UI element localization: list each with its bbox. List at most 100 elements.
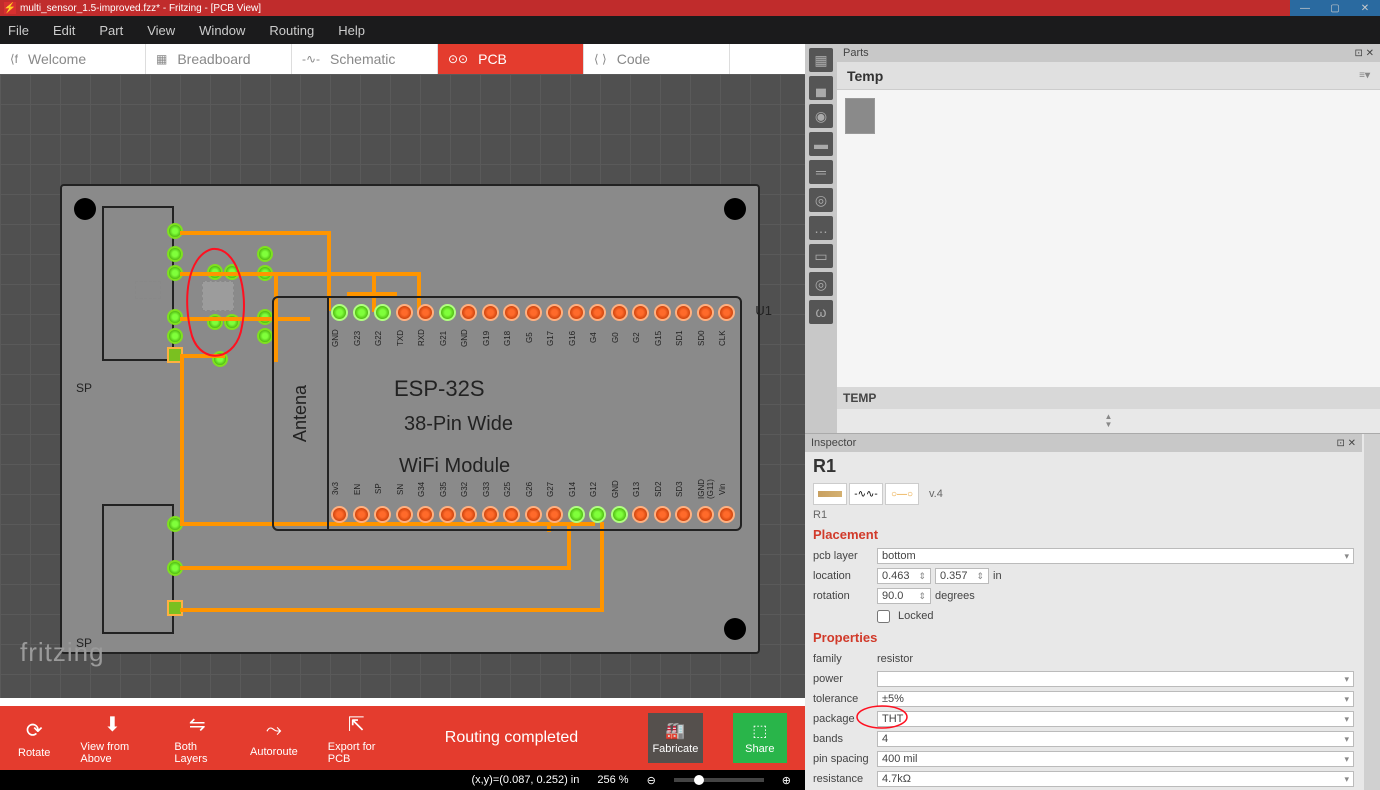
fabricate-button[interactable]: 🏭Fabricate: [648, 713, 702, 763]
pad[interactable]: [167, 246, 183, 262]
panel-controls[interactable]: ⊡ ✕: [1354, 48, 1374, 59]
pin[interactable]: [331, 506, 348, 523]
close-button[interactable]: ✕: [1350, 0, 1380, 16]
pin[interactable]: [632, 304, 649, 321]
export-pcb-button[interactable]: ⇱Export for PCB: [328, 712, 385, 765]
pin[interactable]: [353, 304, 370, 321]
pin[interactable]: [589, 506, 606, 523]
locked-checkbox[interactable]: [877, 610, 890, 623]
menu-icon[interactable]: ≡▾: [1359, 70, 1370, 81]
power-icon[interactable]: ω: [809, 300, 833, 324]
view-above-button[interactable]: ⬇View from Above: [80, 712, 144, 765]
tab-welcome[interactable]: ⟨fWelcome: [0, 44, 146, 74]
esp32-module[interactable]: Antena ESP-32S 38-Pin Wide WiFi Module U…: [272, 296, 742, 531]
menu-edit[interactable]: Edit: [53, 23, 75, 38]
pad[interactable]: [257, 328, 273, 344]
resistance-combo[interactable]: 4.7kΩ: [877, 771, 1354, 787]
both-layers-button[interactable]: ⇋Both Layers: [174, 712, 220, 765]
core-parts-icon[interactable]: ▦: [809, 48, 833, 72]
sensor-icon[interactable]: ◎: [809, 188, 833, 212]
pin[interactable]: [568, 506, 585, 523]
menu-view[interactable]: View: [147, 23, 175, 38]
pin[interactable]: [439, 304, 456, 321]
pcb-layer-combo[interactable]: bottom: [877, 548, 1354, 564]
pin[interactable]: [632, 506, 649, 523]
pin[interactable]: [503, 304, 520, 321]
pin[interactable]: [546, 506, 563, 523]
pin[interactable]: [482, 304, 499, 321]
pin[interactable]: [654, 304, 671, 321]
pin[interactable]: [718, 304, 735, 321]
maximize-button[interactable]: ▢: [1320, 0, 1350, 16]
pin[interactable]: [417, 304, 434, 321]
menu-file[interactable]: File: [8, 23, 29, 38]
ic-icon[interactable]: ▄: [809, 76, 833, 100]
zoom-slider[interactable]: [674, 778, 764, 782]
menu-help[interactable]: Help: [338, 23, 365, 38]
panel-controls[interactable]: ⊡ ✕: [1336, 438, 1356, 449]
location-x-input[interactable]: 0.463: [877, 568, 931, 584]
pin[interactable]: [589, 304, 606, 321]
pin[interactable]: [374, 506, 391, 523]
pin[interactable]: [353, 506, 370, 523]
schematic-view-icon[interactable]: -∿∿-: [849, 483, 883, 505]
pin[interactable]: [697, 506, 714, 523]
tolerance-combo[interactable]: ±5%: [877, 691, 1354, 707]
parts-scroll[interactable]: ▲▼: [837, 409, 1380, 433]
pin[interactable]: [546, 304, 563, 321]
pin[interactable]: [525, 304, 542, 321]
pin[interactable]: [374, 304, 391, 321]
zoom-out-button[interactable]: ⊖: [647, 774, 656, 787]
pin[interactable]: [331, 304, 348, 321]
pcb-board[interactable]: SP SP: [60, 184, 760, 654]
pin[interactable]: [439, 506, 456, 523]
pin[interactable]: [675, 506, 692, 523]
power-combo[interactable]: [877, 671, 1354, 687]
menu-part[interactable]: Part: [99, 23, 123, 38]
pcb-canvas[interactable]: SP SP: [0, 74, 805, 698]
pin-spacing-combo[interactable]: 400 mil: [877, 751, 1354, 767]
inspector-scrollbar[interactable]: [1364, 434, 1380, 790]
pin[interactable]: [460, 506, 477, 523]
tab-code[interactable]: ⟨ ⟩Code: [584, 44, 730, 74]
pin[interactable]: [675, 304, 692, 321]
wireless-icon[interactable]: ◎: [809, 272, 833, 296]
autoroute-button[interactable]: ⤳Autoroute: [250, 719, 298, 758]
pin[interactable]: [718, 506, 735, 523]
tab-schematic[interactable]: -∿-Schematic: [292, 44, 438, 74]
pin[interactable]: [482, 506, 499, 523]
menu-window[interactable]: Window: [199, 23, 245, 38]
pin[interactable]: [396, 304, 413, 321]
minimize-button[interactable]: —: [1290, 0, 1320, 16]
pad[interactable]: [257, 246, 273, 262]
zoom-thumb[interactable]: [694, 775, 704, 785]
pin[interactable]: [611, 506, 628, 523]
more-icon[interactable]: …: [809, 216, 833, 240]
part-thumbnail[interactable]: [845, 98, 875, 134]
pin[interactable]: [654, 506, 671, 523]
pin[interactable]: [525, 506, 542, 523]
zoom-in-button[interactable]: ⊕: [782, 774, 791, 787]
resistor-icon[interactable]: ═: [809, 160, 833, 184]
pin[interactable]: [503, 506, 520, 523]
microcontroller-icon[interactable]: ▬: [809, 132, 833, 156]
location-y-input[interactable]: 0.357: [935, 568, 989, 584]
bands-combo[interactable]: 4: [877, 731, 1354, 747]
pin[interactable]: [568, 304, 585, 321]
connection-icon[interactable]: ◉: [809, 104, 833, 128]
pin[interactable]: [611, 304, 628, 321]
chip-icon[interactable]: ▭: [809, 244, 833, 268]
pin[interactable]: [697, 304, 714, 321]
breadboard-view-icon[interactable]: [813, 483, 847, 505]
tab-breadboard[interactable]: ▦Breadboard: [146, 44, 292, 74]
menu-routing[interactable]: Routing: [269, 23, 314, 38]
tab-pcb[interactable]: ⊙⊙PCB: [438, 44, 584, 74]
share-button[interactable]: ⬚Share: [733, 713, 787, 763]
pcb-view-icon[interactable]: ○—○: [885, 483, 919, 505]
package-combo[interactable]: THT: [877, 711, 1354, 727]
pin[interactable]: [417, 506, 434, 523]
rotate-button[interactable]: ⟳Rotate: [18, 718, 50, 759]
pin[interactable]: [396, 506, 413, 523]
pin[interactable]: [460, 304, 477, 321]
resistor-body[interactable]: [202, 281, 234, 311]
